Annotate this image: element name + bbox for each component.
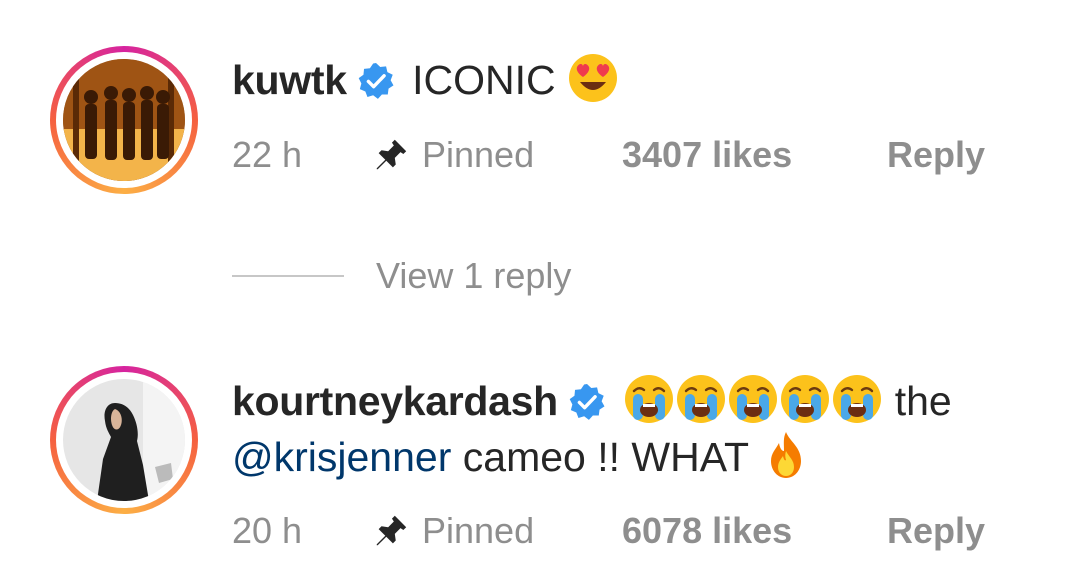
avatar-kourtneykardash [63,379,185,501]
verified-badge-icon [357,62,395,100]
comment-text-part: the [894,378,952,424]
pin-icon [372,136,410,174]
crying-emoji-icon [831,373,883,425]
pinned-label: Pinned [422,134,535,175]
comment-kuwtk: kuwtk ICONIC 22 h Pinned 3407 likes Repl… [0,0,1084,200]
pinned-indicator: Pinned [372,510,622,552]
comment-meta: 22 h Pinned 3407 likes Reply [232,134,985,176]
avatar-kuwtk [63,59,185,181]
fire-emoji-icon [760,429,812,481]
likes-count[interactable]: 3407 likes [622,134,887,176]
view-replies-label: View 1 reply [376,255,572,296]
pinned-label: Pinned [422,510,535,551]
comment-meta: 20 h Pinned 6078 likes Reply [232,510,985,552]
avatar-story-ring[interactable] [50,366,198,514]
divider [232,275,344,277]
reply-button[interactable]: Reply [887,510,985,552]
likes-count[interactable]: 6078 likes [622,510,887,552]
crying-emoji-icon [779,373,831,425]
crying-emoji-icon [727,373,779,425]
comment-time[interactable]: 20 h [232,510,372,552]
comment-body: kuwtk ICONIC [232,52,1054,108]
view-replies-link[interactable]: View 1 reply [232,255,571,297]
comment-text: ICONIC [412,57,556,103]
mention-link[interactable]: @krisjenner [232,434,451,480]
crying-emoji-icon [623,373,675,425]
avatar-story-ring[interactable] [50,46,198,194]
crying-emoji-icon [675,373,727,425]
comment-body: kourtneykardash the @krisjenner cameo !!… [232,373,1054,485]
pinned-indicator: Pinned [372,134,622,176]
comment-text-part: cameo !! WHAT [462,434,749,480]
comment-kourtneykardash: kourtneykardash the @krisjenner cameo !!… [0,350,1084,588]
reply-button[interactable]: Reply [887,134,985,176]
username[interactable]: kourtneykardash [232,378,558,424]
verified-badge-icon [568,383,606,421]
username[interactable]: kuwtk [232,57,347,103]
heart-eyes-emoji-icon [567,52,619,104]
pin-icon [372,512,410,550]
comment-time[interactable]: 22 h [232,134,372,176]
